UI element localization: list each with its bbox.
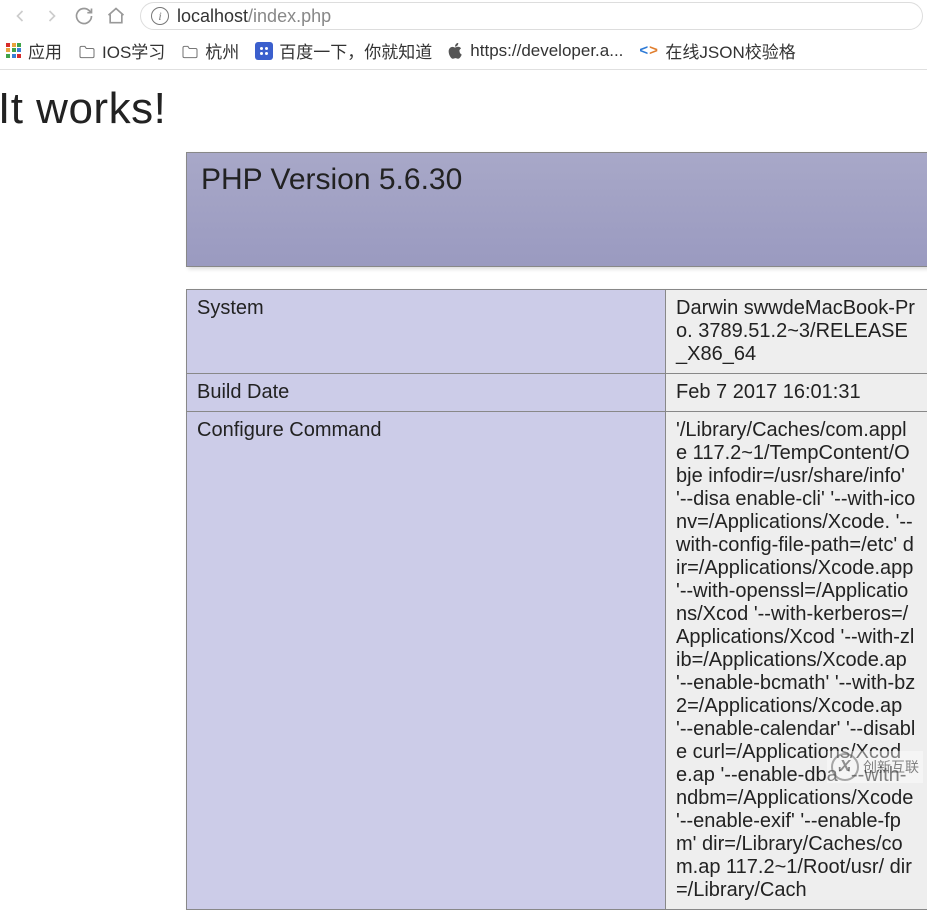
- bookmark-label: 杭州: [205, 38, 239, 63]
- json-icon: <>: [639, 43, 659, 59]
- bookmark-label: https://developer.a...: [470, 41, 623, 61]
- bookmark-json[interactable]: <> 在线JSON校验格: [639, 38, 795, 63]
- phpinfo-container: PHP Version 5.6.30 SystemDarwin swwdeMac…: [186, 152, 927, 910]
- url-bar[interactable]: i localhost/index.php: [140, 2, 923, 30]
- folder-icon: [181, 44, 199, 58]
- bookmark-label: 百度一下，你就知道: [279, 38, 432, 63]
- watermark-icon: X: [831, 753, 859, 781]
- site-info-icon[interactable]: i: [151, 7, 169, 25]
- phpinfo-label: Configure Command: [187, 412, 666, 910]
- phpinfo-label: Build Date: [187, 374, 666, 412]
- table-row: Configure Command'/Library/Caches/com.ap…: [187, 412, 927, 910]
- table-row: Build DateFeb 7 2017 16:01:31: [187, 374, 927, 412]
- bookmark-label: 在线JSON校验格: [665, 38, 795, 63]
- bookmark-label: 应用: [28, 38, 62, 63]
- bookmark-folder-ios[interactable]: IOS学习: [78, 38, 165, 63]
- watermark-text: 创新互联: [863, 757, 919, 777]
- forward-button[interactable]: [36, 0, 68, 32]
- apps-icon: [6, 43, 22, 59]
- bookmark-baidu[interactable]: 百度一下，你就知道: [255, 38, 432, 63]
- phpinfo-value: '/Library/Caches/com.apple 117.2~1/TempC…: [666, 412, 927, 910]
- bookmark-folder-hz[interactable]: 杭州: [181, 38, 239, 63]
- url-text: localhost/index.php: [177, 6, 331, 27]
- table-row: SystemDarwin swwdeMacBook-Pro. 3789.51.2…: [187, 290, 927, 374]
- watermark: X 创新互联: [827, 751, 923, 783]
- phpinfo-banner: PHP Version 5.6.30: [186, 152, 927, 267]
- phpinfo-title: PHP Version 5.6.30: [201, 163, 913, 197]
- phpinfo-value: Feb 7 2017 16:01:31: [666, 374, 927, 412]
- baidu-icon: [255, 42, 273, 60]
- page-content: It works! PHP Version 5.6.30 SystemDarwi…: [0, 70, 927, 910]
- phpinfo-value: Darwin swwdeMacBook-Pro. 3789.51.2~3/REL…: [666, 290, 927, 374]
- phpinfo-table: SystemDarwin swwdeMacBook-Pro. 3789.51.2…: [186, 289, 927, 910]
- reload-button[interactable]: [68, 0, 100, 32]
- folder-icon: [78, 44, 96, 58]
- home-button[interactable]: [100, 0, 132, 32]
- page-heading: It works!: [0, 70, 927, 152]
- bookmarks-bar: 应用 IOS学习 杭州 百度一下，你就知道 https://developer.…: [0, 32, 927, 70]
- browser-toolbar: i localhost/index.php: [0, 0, 927, 32]
- bookmark-label: IOS学习: [102, 38, 165, 63]
- bookmark-apple-dev[interactable]: https://developer.a...: [448, 41, 623, 61]
- back-button[interactable]: [4, 0, 36, 32]
- phpinfo-label: System: [187, 290, 666, 374]
- bookmark-apps[interactable]: 应用: [6, 38, 62, 63]
- apple-icon: [448, 43, 464, 59]
